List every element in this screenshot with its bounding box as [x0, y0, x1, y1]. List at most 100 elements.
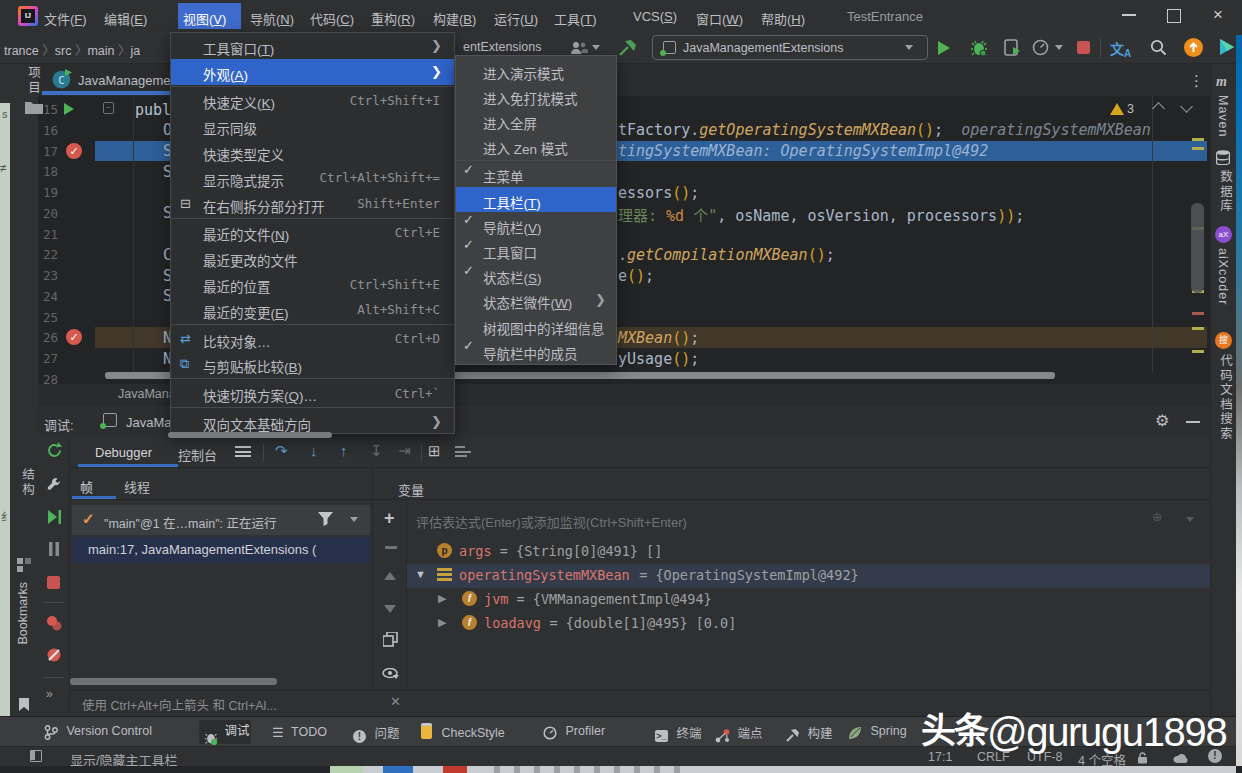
variable-row[interactable]: ▶fjvm= {VMManagementImpl@494} [407, 588, 1210, 612]
toolwindow-terminal[interactable]: >_ 终端 [655, 723, 701, 742]
run-line-icon[interactable] [64, 103, 74, 115]
layout-menu-icon[interactable] [235, 446, 251, 458]
editor-scrollbar-thumb[interactable] [1191, 203, 1204, 293]
breadcrumb-item[interactable]: main [87, 44, 114, 58]
variable-row[interactable]: ▼operatingSystemMXBean= {OperatingSystem… [407, 564, 1210, 588]
prev-warning-icon[interactable] [1152, 102, 1165, 115]
toolwindow-problems[interactable]: ! 问题 [353, 723, 399, 743]
debug-button[interactable] [970, 39, 988, 57]
menubar-item[interactable]: 编辑(E) [104, 9, 147, 28]
eval-expand-icon[interactable]: ⊕ [1152, 510, 1162, 524]
toolwindow-debug[interactable]: 调试 [199, 720, 251, 744]
tab-console[interactable]: 控制台 [178, 445, 217, 464]
run-config-selector[interactable]: JavaManagementExtensions [652, 35, 928, 60]
debug-minimize-icon[interactable] [1186, 421, 1200, 423]
stripe-tab-aixcoder[interactable]: aiXcoder [1216, 248, 1230, 305]
fold-marker-icon[interactable]: − [103, 102, 114, 114]
next-warning-icon[interactable] [1180, 100, 1193, 113]
code-with-me-users-icon[interactable] [570, 40, 588, 56]
menu-item[interactable]: 状态栏微件(W)❯ [456, 288, 616, 313]
evaluate-input[interactable]: 评估表达式(Enter)或添加监视(Ctrl+Shift+Enter) ⊕ [407, 500, 1210, 528]
stripe-tab-bookmarks[interactable]: Bookmarks [16, 582, 30, 645]
rerun-button[interactable] [46, 442, 63, 459]
settings-sliders-icon[interactable] [455, 446, 471, 458]
menubar-item[interactable]: VCS(S) [633, 9, 677, 24]
chevron-down-icon[interactable]: ▼ [415, 568, 426, 580]
toolwindow-checkstyle[interactable]: CheckStyle [421, 723, 505, 741]
menu-item[interactable]: 显示隐式提示Ctrl+Alt+Shift+= [171, 165, 454, 191]
aix-plugin-icon[interactable] [1217, 37, 1237, 57]
maximize-button[interactable] [1167, 9, 1181, 23]
menu-item[interactable]: 工具窗口(T)❯ [171, 33, 454, 59]
minimize-button[interactable] [1122, 14, 1136, 16]
stop-debug-button[interactable] [47, 576, 60, 589]
stripe-tab-structure[interactable]: 结构 [18, 468, 37, 497]
more-actions-button[interactable]: » [46, 687, 53, 701]
debug-settings-wrench-icon[interactable] [46, 476, 62, 492]
chevron-right-icon[interactable]: ▶ [438, 592, 446, 605]
menubar-item[interactable]: 构建(B) [433, 9, 476, 28]
toolwindow-version-control[interactable]: Version Control [44, 723, 152, 741]
mute-breakpoints-button[interactable] [46, 647, 62, 663]
menu-item[interactable]: ✓工具窗口 [456, 237, 616, 262]
menu-item[interactable]: 快速定义(K)Ctrl+Shift+I [171, 88, 454, 114]
menu-item[interactable]: ✓导航栏中的成员 [456, 338, 616, 363]
search-everywhere-button[interactable] [1150, 39, 1167, 56]
toolwindow-toggle-icon[interactable] [30, 750, 42, 762]
build-hammer-icon[interactable] [616, 37, 638, 59]
view-options-icon[interactable] [382, 666, 398, 678]
resume-button[interactable] [46, 509, 62, 525]
menu-item[interactable]: ⧉与剪贴板比较(B) [171, 352, 454, 378]
force-step-into-icon[interactable]: ↧ [370, 442, 383, 460]
menu-item[interactable]: 树视图中的详细信息 [456, 313, 616, 338]
thread-dropdown-icon[interactable] [350, 517, 358, 522]
menubar-item[interactable]: 工具(T) [554, 9, 597, 28]
menu-item[interactable]: 进入全屏 [456, 108, 616, 133]
menubar-item[interactable]: 帮助(H) [761, 9, 805, 28]
move-down-icon[interactable] [384, 605, 396, 613]
menu-item[interactable]: 最近的位置Ctrl+Shift+E [171, 271, 454, 297]
run-to-cursor-icon[interactable]: ⇥ [398, 442, 411, 460]
step-over-icon[interactable]: ↷ [275, 442, 288, 460]
toolwindow-todo[interactable]: ☰ TODO [272, 723, 327, 741]
menu-item[interactable]: ✓导航栏(V) [456, 212, 616, 237]
toolwindow-profiler[interactable]: Profiler [543, 723, 605, 741]
duplicate-icon[interactable] [383, 632, 396, 645]
add-watch-icon[interactable]: + [384, 508, 395, 529]
inspections-widget[interactable]: 3 [1110, 100, 1210, 122]
menu-item[interactable]: 最近的文件(N)Ctrl+E [171, 220, 454, 246]
menu-item[interactable]: 最近更改的文件 [171, 245, 454, 271]
menu-item[interactable]: 工具栏(T) [456, 187, 616, 212]
step-into-icon[interactable]: ↓ [310, 442, 318, 459]
frame-item[interactable]: main:17, JavaManagementExtensions ( [72, 537, 370, 563]
stripe-tab-project[interactable]: 项目 [20, 64, 48, 122]
toolwindow-endpoints[interactable]: 端点 [715, 723, 762, 744]
view-breakpoints-button[interactable] [46, 615, 62, 631]
menu-item[interactable]: ✓主菜单 [456, 162, 616, 187]
stripe-tab-maven[interactable]: Maven [1216, 95, 1230, 138]
stripe-tab-database[interactable]: 数据库 [1216, 170, 1235, 214]
pause-button[interactable] [47, 542, 61, 556]
hint-close-icon[interactable]: ✕ [390, 694, 401, 709]
menu-item[interactable]: 显示同级 [171, 113, 454, 139]
menubar-item[interactable]: 窗口(W) [696, 9, 743, 28]
editor-tab-label[interactable]: JavaManagemen [78, 73, 178, 88]
breadcrumb-item[interactable]: trance [4, 44, 39, 58]
menubar-item[interactable]: 运行(U) [494, 9, 538, 28]
step-out-icon[interactable]: ↑ [340, 442, 348, 459]
evaluate-expression-icon[interactable]: ⊞ [428, 442, 441, 460]
breakpoint-icon[interactable]: ✓ [66, 329, 82, 345]
breadcrumb-item[interactable]: ja [131, 44, 141, 58]
menu-item[interactable]: ⇄比较对象…Ctrl+D [171, 326, 454, 352]
tab-threads[interactable]: 线程 [124, 477, 150, 496]
profiler-button[interactable] [1032, 39, 1049, 56]
debug-settings-gear-icon[interactable]: ⚙ [1155, 411, 1169, 430]
close-button[interactable]: × [1213, 5, 1223, 25]
translate-button[interactable]: 文A [1110, 38, 1134, 58]
stop-button[interactable] [1077, 41, 1090, 54]
menu-item[interactable]: 最近的变更(E)Alt+Shift+C [171, 297, 454, 323]
run-button[interactable] [938, 41, 950, 55]
menu-item[interactable]: ⊟在右侧拆分部分打开Shift+Enter [171, 191, 454, 217]
menubar-item[interactable]: 导航(N) [250, 9, 294, 28]
frames-scrollbar-thumb[interactable] [70, 678, 277, 685]
